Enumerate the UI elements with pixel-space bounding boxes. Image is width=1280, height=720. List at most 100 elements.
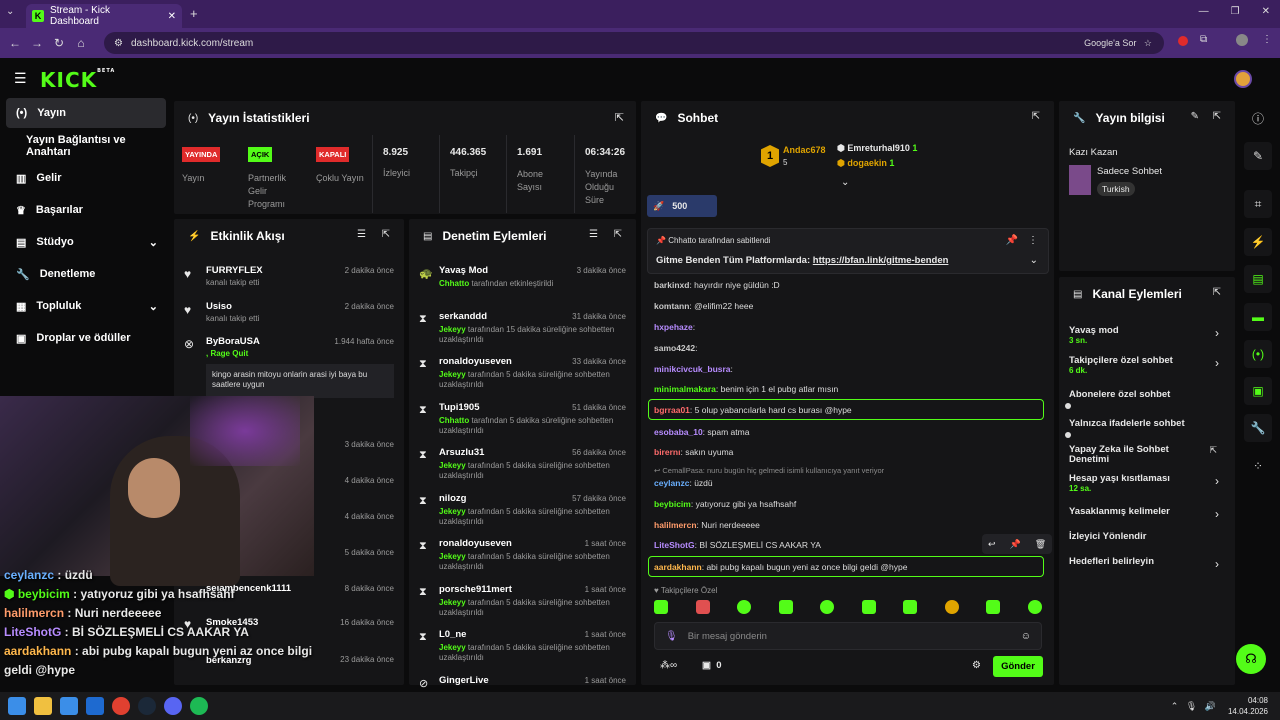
sidebar-item-topluluk[interactable]: ▦ Topluluk ⌄ — [6, 291, 166, 321]
popout-icon[interactable]: ⇱ — [1213, 287, 1221, 298]
sidebar-item-denetleme[interactable]: 🔧 Denetleme — [6, 259, 166, 289]
chat-message[interactable]: minikcivcuk_busra: — [654, 364, 733, 374]
emote-icon[interactable] — [1027, 600, 1042, 614]
chat-message[interactable]: birernı: sakın uyuma — [654, 447, 733, 457]
channel-action-item[interactable]: Hesap yaşı kısıtlaması 12 sa. › — [1069, 474, 1227, 494]
top-gifter-2[interactable]: ⬢ Emreturhal910 1 — [837, 143, 917, 154]
chat-message[interactable]: ceylanzc: üzdü — [654, 478, 713, 488]
chat-message[interactable]: esobaba_10: spam atma — [654, 427, 749, 437]
chat-bubble-icon[interactable]: ▬ — [1244, 303, 1272, 331]
chat-message[interactable]: beybicim: yatıyoruz gibi ya hsafhsahf — [654, 499, 796, 509]
chat-message[interactable]: halilmercn: Nuri nerdeeeee — [654, 520, 760, 530]
scan-icon[interactable]: ⌗ — [1244, 190, 1272, 218]
emote-icon[interactable] — [695, 600, 710, 614]
pin-icon[interactable]: 📌 — [1010, 539, 1021, 550]
expand-icon[interactable]: ⌄ — [841, 177, 849, 188]
external-link-icon[interactable]: ⇱ — [1209, 445, 1217, 456]
maximize-icon[interactable]: ❐ — [1231, 6, 1240, 17]
chat-input[interactable]: 🎙 Bir mesaj gönderin ☺ — [654, 622, 1042, 650]
discord-icon[interactable] — [164, 697, 182, 715]
edit-icon[interactable]: ✎ — [1191, 111, 1199, 122]
popout-icon[interactable]: ⇱ — [1032, 111, 1040, 122]
spotify-icon[interactable] — [190, 697, 208, 715]
chevron-right-icon[interactable]: › — [1215, 326, 1219, 340]
sidebar-item-yayin[interactable]: (•) Yayın — [6, 98, 166, 128]
channel-action-item[interactable]: İzleyici Yönlendir — [1069, 532, 1227, 542]
chat-message[interactable]: minimalmakara: benim için 1 el pubg atla… — [654, 384, 838, 394]
forward-icon[interactable]: → — [26, 32, 48, 54]
points-icon[interactable]: ⁂∞ — [660, 660, 677, 671]
emote-icon[interactable] — [903, 600, 918, 614]
home-icon[interactable]: ⌂ — [70, 32, 92, 54]
emote-icon[interactable] — [654, 600, 668, 614]
back-icon[interactable]: ← — [4, 32, 26, 54]
channel-action-item[interactable]: Hedefleri belirleyin › — [1069, 557, 1227, 572]
broadcast-icon[interactable]: (•) — [1244, 340, 1272, 368]
menu-dots-icon[interactable]: ⋮ — [1262, 34, 1272, 45]
chat-message[interactable]: samo4242: — [654, 343, 698, 353]
sidebar-item-basarilar[interactable]: ♛ Başarılar — [6, 195, 166, 225]
support-icon[interactable]: ☊ — [1236, 644, 1266, 674]
popout-icon[interactable]: ⇱ — [1213, 111, 1221, 122]
chevron-right-icon[interactable]: › — [1215, 507, 1219, 521]
sidebar-item-stream-key[interactable]: Yayın Bağlantısı ve Anahtarı — [6, 131, 166, 161]
document-icon[interactable]: ▤ — [1244, 265, 1272, 293]
file-explorer-icon[interactable] — [34, 697, 52, 715]
channel-action-item[interactable]: Yasaklanmış kelimeler › — [1069, 507, 1227, 522]
close-window-icon[interactable]: ✕ — [1262, 6, 1270, 17]
gift-goal-pill[interactable]: 🚀 500 — [647, 195, 717, 217]
emote-icon[interactable] — [778, 600, 793, 614]
emoji-icon[interactable]: ☺ — [1021, 631, 1031, 642]
top-gifter-1[interactable]: Andac678 — [783, 145, 826, 155]
wrench-icon[interactable]: 🔧 — [1244, 414, 1272, 442]
close-tab-icon[interactable]: ✕ — [168, 11, 176, 22]
profile-avatar[interactable] — [1236, 34, 1248, 46]
new-tab-icon[interactable]: + — [190, 6, 198, 21]
system-tray-icons[interactable]: ⌃ 🎙 🔊 — [1171, 701, 1216, 712]
chevron-right-icon[interactable]: › — [1215, 474, 1219, 488]
edit-icon[interactable]: ✎ — [1244, 142, 1272, 170]
filter-icon[interactable]: ☰ — [589, 229, 598, 240]
chat-message[interactable]: LiteShotG: Bİ SÖZLEŞMELİ CS AAKAR YA — [654, 540, 821, 550]
windows-start-icon[interactable] — [8, 697, 26, 715]
url-field[interactable]: ⚙ dashboard.kick.com/stream Google'a Sor… — [104, 32, 1164, 54]
channel-icon[interactable]: ▣ — [1244, 377, 1272, 405]
popout-icon[interactable]: ⇱ — [614, 229, 622, 240]
sidebar-item-gelir[interactable]: ▥ Gelir — [6, 163, 166, 193]
emote-icon[interactable] — [820, 600, 835, 614]
steam-icon[interactable] — [138, 697, 156, 715]
trash-icon[interactable]: 🗑 — [1035, 539, 1046, 550]
extension-icon[interactable] — [1178, 36, 1188, 46]
channel-action-item[interactable]: Yavaş mod 3 sn. › — [1069, 326, 1227, 346]
reply-icon[interactable]: ↩ — [988, 539, 996, 550]
google-ask-button[interactable]: Google'a Sor ☆ — [1084, 38, 1152, 49]
microphone-icon[interactable]: 🎙 — [665, 631, 678, 642]
chrome-icon[interactable] — [112, 697, 130, 715]
emote-icon[interactable] — [737, 600, 752, 614]
tab-list-icon[interactable]: ⌄ — [6, 6, 14, 17]
popout-icon[interactable]: ⇱ — [615, 111, 624, 124]
emote-icon[interactable] — [986, 600, 1001, 614]
sidebar-item-droplar[interactable]: ▣ Droplar ve ödüller — [6, 323, 166, 353]
sidebar-item-studyo[interactable]: ▤ Stüdyo ⌄ — [6, 227, 166, 257]
emote-icon[interactable] — [944, 600, 959, 614]
system-clock[interactable]: 04:08 14.04.2026 — [1228, 695, 1268, 717]
chevron-right-icon[interactable]: › — [1215, 356, 1219, 370]
filter-icon[interactable]: ☰ — [357, 229, 366, 240]
outlook-icon[interactable] — [86, 697, 104, 715]
hamburger-icon[interactable]: ☰ — [14, 70, 27, 87]
channel-action-item[interactable]: Abonelere özel sohbet — [1069, 390, 1227, 400]
kick-logo[interactable]: KICKBETA — [40, 68, 115, 92]
popout-icon[interactable]: ⇱ — [382, 229, 390, 240]
chat-message[interactable]: barkinxd: hayırdır niye güldün :D — [654, 280, 780, 290]
more-icon[interactable]: ⋮ — [1028, 235, 1038, 246]
browser-tab[interactable]: K Stream - Kick Dashboard ✕ — [26, 4, 182, 28]
pin-icon[interactable]: 📌 — [1006, 235, 1018, 246]
store-icon[interactable] — [60, 697, 78, 715]
emote-icon[interactable] — [861, 600, 876, 614]
channel-action-item[interactable]: Yapay Zeka ile Sohbet Denetimi ⇱ — [1069, 445, 1227, 465]
channel-action-item[interactable]: Yalnızca ifadelerle sohbet — [1069, 419, 1227, 429]
info-icon[interactable]: ⓘ — [1244, 104, 1272, 132]
top-gifter-3[interactable]: ⬢ dogaekin 1 — [837, 158, 894, 169]
settings-icon[interactable]: ⚙ — [972, 660, 981, 671]
